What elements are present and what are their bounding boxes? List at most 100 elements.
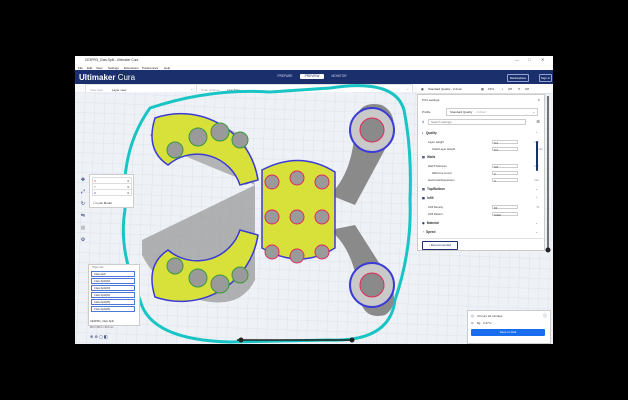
top-bottom-icon: ▥ — [422, 187, 426, 191]
z-field[interactable]: Z0 — [92, 189, 132, 196]
profile-summary-quality: Standard Quality - 0.2mm — [428, 87, 463, 91]
view-toolbar: View type Layer view ⌄ Color scheme Line… — [75, 84, 415, 94]
chevron-up-icon: ⌃ — [535, 196, 538, 200]
section-material[interactable]: ◉ Material ⌄ — [422, 221, 540, 227]
wall-thickness-row: Wall Thickness0.8mm — [428, 163, 540, 169]
view-side-icon[interactable]: ◧ — [104, 334, 108, 339]
app-header: Ultimaker Cura PREPARE PREVIEW MONITOR M… — [75, 70, 553, 84]
speed-icon: ◔ — [422, 230, 424, 234]
infill-icon: ▦ — [481, 87, 484, 91]
quality-icon: ◐ — [422, 131, 424, 135]
infill-pattern-dropdown[interactable]: Cubic — [492, 211, 518, 217]
material-usage: 8g · 3.27m — [477, 321, 492, 325]
open-file-icon[interactable]: ⊕ — [90, 334, 93, 339]
profile-dropdown[interactable]: Standard Quality - 0.2mm ⌄ — [446, 108, 538, 116]
move-tool-icon[interactable]: ✥ — [79, 176, 87, 184]
view-type-label: View type — [90, 87, 103, 92]
profile-summary-infill: 15% — [488, 87, 495, 91]
signin-button[interactable]: Sign in — [539, 73, 552, 82]
object-actions: ⊕ ⊚ ▢ ◧ — [90, 334, 108, 339]
color-scheme-label: Color scheme — [201, 87, 220, 92]
printer-icon: ▣ — [421, 87, 424, 91]
print-settings-title: Print settings — [422, 98, 440, 102]
chevron-down-icon: ⌄ — [190, 87, 193, 91]
menu-extensions[interactable]: Extensions — [124, 66, 139, 70]
object-list-header: Object list — [92, 266, 104, 269]
save-to-disk-button[interactable]: Save to Disk — [471, 329, 545, 336]
menu-file[interactable]: File — [78, 66, 83, 70]
section-walls[interactable]: ▤Walls⌃ — [422, 155, 540, 161]
close-button[interactable]: ✕ — [541, 57, 544, 62]
recommended-button[interactable]: ‹ Recommended — [422, 241, 458, 250]
layer-height-input[interactable]: 0.2 — [492, 139, 518, 145]
menu-preferences[interactable]: Preferences — [142, 66, 158, 70]
profile-label: Profile — [422, 110, 431, 114]
object-item[interactable]: Claw-Split(#4) — [91, 292, 135, 298]
stage-prepare[interactable]: PREPARE — [273, 74, 297, 79]
maximize-button[interactable]: □ — [528, 57, 530, 62]
profile-summary-adhesion: Off — [525, 87, 529, 91]
rotate-tool-icon[interactable]: ↻ — [79, 200, 87, 208]
print-estimate-panel: ◷ 4 hours 24 minutes ⓘ ⊙ 8g · 3.27m Save… — [467, 310, 551, 344]
title-bar: CE3PRO_Claw-Split - Ultimaker Cura — □ ✕ — [75, 56, 553, 64]
menu-help[interactable]: Help — [164, 66, 170, 70]
search-settings-input[interactable] — [428, 119, 526, 125]
menu-edit[interactable]: Edit — [87, 66, 92, 70]
support-blocker-icon[interactable]: ▦ — [79, 224, 87, 232]
material-icon: ◉ — [422, 221, 425, 225]
project-name: CE3PRO_Claw-Split — [90, 320, 114, 323]
support-icon: ⊥ — [501, 87, 504, 91]
wall-line-count-row: Wall Line Count 2 — [432, 170, 544, 176]
settings-scrollbar[interactable] — [536, 141, 538, 171]
menu-view[interactable]: View — [96, 66, 102, 70]
object-item[interactable]: Claw-Split(#3) — [91, 285, 135, 291]
horizontal-expansion-input[interactable]: 0 — [492, 177, 518, 183]
horizontal-expansion-row: Horizontal Expansion 0 mm — [428, 177, 539, 183]
chevron-left-icon: ‹ — [428, 243, 430, 247]
view-3d-icon[interactable]: ⊚ — [94, 334, 97, 339]
ultimaker-cura-logo: Ultimaker Cura — [79, 73, 136, 82]
profile-summary-bar[interactable]: ▣ Standard Quality - 0.2mm ▦ 15% ⊥ Off ⊓… — [417, 84, 551, 94]
spool-icon: ⊙ — [471, 321, 474, 325]
scale-tool-icon[interactable]: ⤢ — [79, 188, 87, 196]
close-panel-icon[interactable]: × — [538, 97, 540, 102]
stage-monitor[interactable]: MONITOR — [327, 74, 351, 79]
clock-icon: ◷ — [471, 314, 474, 318]
section-infill[interactable]: ▦ Infill ⌃ — [422, 196, 540, 202]
section-speed[interactable]: ◔ Speed ⌄ — [422, 230, 540, 236]
initial-layer-height-row: Initial Layer Height 0.2 mm — [432, 146, 543, 152]
infill-pattern-row: Infill Pattern Cubic — [428, 211, 540, 217]
stage-preview[interactable]: PREVIEW — [300, 74, 324, 79]
object-item[interactable]: Claw-Split — [91, 271, 135, 277]
transform-panel: X0 Y0 Z0 ☐ Lock Model — [89, 174, 134, 208]
model-dimensions: 96.2 x 80.2 x 10.0 mm — [90, 326, 114, 329]
menu-settings[interactable]: Settings — [108, 66, 119, 70]
chevron-down-icon: ⌄ — [535, 221, 538, 225]
per-model-settings-icon[interactable]: ⚙ — [79, 236, 87, 244]
divider — [418, 238, 544, 239]
infill-density-input[interactable]: 15 — [492, 204, 518, 210]
object-item[interactable]: Claw-Split(#2) — [91, 278, 135, 284]
section-top-bottom[interactable]: ▥ Top/Bottom ⌄ — [422, 187, 540, 193]
wall-thickness-input[interactable]: 0.8 — [492, 163, 518, 169]
info-icon[interactable]: ⓘ — [543, 313, 547, 319]
marketplace-button[interactable]: Marketplace — [507, 73, 529, 82]
mirror-tool-icon[interactable]: ⇋ — [79, 212, 87, 220]
menu-icon[interactable]: ☰ — [536, 119, 540, 124]
view-front-icon[interactable]: ▢ — [99, 334, 103, 339]
adhesion-icon: ⊓ — [518, 87, 521, 91]
view-type-value: Layer view — [112, 87, 127, 92]
lock-model-checkbox[interactable]: ☐ Lock Model — [93, 201, 112, 205]
chevron-up-icon: ⌃ — [535, 131, 538, 135]
chevron-down-icon: ⌄ — [535, 230, 538, 234]
section-quality[interactable]: ◐ Quality ⌃ — [422, 131, 540, 137]
search-icon: ⚲ — [422, 120, 425, 124]
chevron-down-icon: ⌄ — [535, 187, 538, 191]
initial-layer-height-input[interactable]: 0.2 — [492, 146, 518, 152]
wall-line-count-input[interactable]: 2 — [492, 170, 518, 176]
minimize-button[interactable]: — — [515, 57, 519, 62]
object-item[interactable]: Claw-Split(#5) — [91, 299, 135, 305]
object-item[interactable]: Claw-Split(#6) — [91, 306, 135, 312]
window-title: CE3PRO_Claw-Split - Ultimaker Cura — [85, 58, 139, 62]
object-list: Object list Claw-Split Claw-Split(#2) Cl… — [88, 264, 140, 326]
